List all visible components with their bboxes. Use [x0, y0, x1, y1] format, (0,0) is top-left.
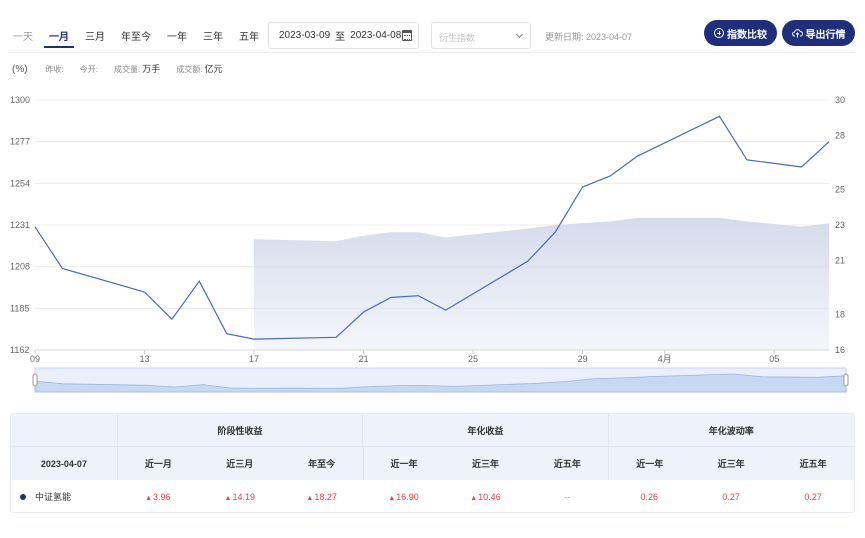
period-return-3m: 14.19	[225, 492, 255, 502]
x-tick-label: 05	[769, 354, 779, 364]
tab-three-years[interactable]: 三年	[198, 22, 228, 48]
date-end: 2023-04-08	[350, 30, 402, 41]
col-header: 近五年	[799, 459, 827, 469]
stats-sub-header-row: 2023-04-07 近一月 近三月 年至今 近一年 近三年 近五年 近一年 近…	[11, 447, 854, 480]
range-tabs: 一天 一月 三月 年至今 一年 三年 五年	[8, 22, 270, 48]
y-tick-label-right: 16	[835, 345, 845, 355]
tab-one-year[interactable]: 一年	[162, 22, 192, 48]
x-tick-label: 09	[30, 354, 40, 364]
volume-label: 成交量:	[114, 65, 141, 74]
tab-ytd[interactable]: 年至今	[116, 22, 156, 48]
period-return-ytd: 18.27	[306, 492, 337, 502]
y-tick-label-left: 1162	[10, 345, 29, 355]
compare-index-button[interactable]: 指数比较	[704, 20, 777, 46]
col-header: 年至今	[308, 459, 336, 469]
plus-circle-icon	[714, 28, 724, 38]
export-quotes-label: 导出行情	[805, 29, 846, 41]
navigator-handle-right[interactable]	[843, 373, 849, 387]
period-return-1m: 3.96	[145, 492, 171, 502]
col-header: 近三月	[226, 459, 254, 469]
y-tick-label-left: 1277	[10, 137, 30, 147]
annual-vol-1y: 0.26	[640, 491, 659, 502]
index-chart[interactable]: 1162 1185 1208 1231 1254 1277 1300 16 18 21 23 25 28…	[0, 88, 865, 398]
chevron-down-icon	[515, 30, 524, 39]
x-tick-label: 4月	[658, 354, 672, 364]
x-tick-label: 21	[359, 354, 369, 364]
annual-vol-3y: 0.27	[722, 491, 740, 502]
volume-unit: 万手	[142, 64, 161, 74]
y-tick-label-right: 25	[835, 184, 845, 194]
y-tick-label-left: 1254	[10, 178, 30, 188]
y-tick-label-right: 30	[835, 95, 845, 105]
col-header: 近一月	[116, 447, 199, 480]
x-tick-label: 29	[578, 354, 588, 364]
y-tick-label-right: 18	[835, 309, 845, 319]
calendar-icon[interactable]	[402, 30, 412, 41]
y-tick-label-right: 28	[835, 131, 845, 141]
table-row: 中证氢能 3.96 14.19 18.27 16.90 10.46 -- 0.2…	[11, 480, 854, 512]
tab-one-day[interactable]: 一天	[8, 22, 38, 48]
open-label: 今开:	[79, 65, 99, 74]
navigator-handle-left[interactable]	[32, 373, 38, 387]
derived-index-placeholder: 衍生指数	[439, 33, 476, 43]
index-name: 中证氢能	[35, 492, 72, 502]
stats-group-header-row: 阶段性收益 年化收益 年化波动率	[11, 414, 854, 447]
y-tick-label-left: 1231	[10, 220, 30, 230]
annual-return-3y: 10.46	[470, 492, 501, 502]
tab-five-years[interactable]: 五年	[234, 22, 264, 48]
tab-one-month[interactable]: 一月	[44, 22, 74, 48]
series-color-dot	[20, 493, 26, 500]
amount-label: 成交额:	[176, 65, 203, 74]
area-series	[254, 217, 829, 350]
y-tick-label-right: 21	[835, 256, 845, 266]
y-tick-label-left: 1185	[10, 303, 29, 313]
annual-return-1y: 16.90	[388, 492, 419, 502]
group-header-period: 阶段性收益	[116, 414, 362, 446]
top-divider	[8, 52, 855, 53]
stats-date-label: 2023-04-07	[40, 458, 87, 469]
date-start: 2023-03-09	[279, 30, 331, 41]
prev-close-label: 昨收:	[45, 65, 64, 74]
col-header: 近三年	[717, 459, 745, 469]
col-header: 近三年	[471, 459, 499, 469]
group-header-annual-return: 年化收益	[362, 414, 607, 446]
col-header: 近一年	[362, 447, 445, 480]
update-date: 更新日期: 2023-04-07	[545, 32, 633, 42]
y-tick-label-left: 1208	[10, 262, 30, 272]
quote-info-row: (%) 昨收: 今开: 成交量: 万手 成交额: 亿元	[12, 62, 239, 76]
percent-unit-label: (%)	[12, 64, 28, 75]
cloud-upload-icon	[791, 29, 803, 38]
stats-table: 阶段性收益 年化收益 年化波动率 2023-04-07 近一月 近三月 年至今 …	[10, 413, 855, 513]
y-tick-label-left: 1300	[10, 95, 30, 105]
date-range-picker[interactable]: 2023-03-09 至 2023-04-08	[268, 22, 419, 49]
tab-three-months[interactable]: 三月	[80, 22, 110, 48]
x-tick-label: 25	[468, 354, 478, 364]
x-tick-label: 13	[140, 354, 150, 364]
x-tick-label: 17	[249, 354, 259, 364]
group-header-annual-vol: 年化波动率	[607, 414, 854, 446]
y-tick-label-right: 23	[835, 220, 845, 230]
export-quotes-button[interactable]: 导出行情	[782, 20, 855, 46]
annual-return-5y: --	[564, 491, 571, 502]
amount-unit: 亿元	[204, 64, 223, 74]
date-separator: 至	[335, 32, 346, 43]
annual-vol-5y: 0.27	[804, 491, 822, 502]
col-header: 近一年	[608, 447, 690, 480]
col-header: 近五年	[553, 459, 581, 469]
derived-index-select[interactable]: 衍生指数	[431, 22, 531, 49]
compare-index-label: 指数比较	[727, 29, 767, 41]
